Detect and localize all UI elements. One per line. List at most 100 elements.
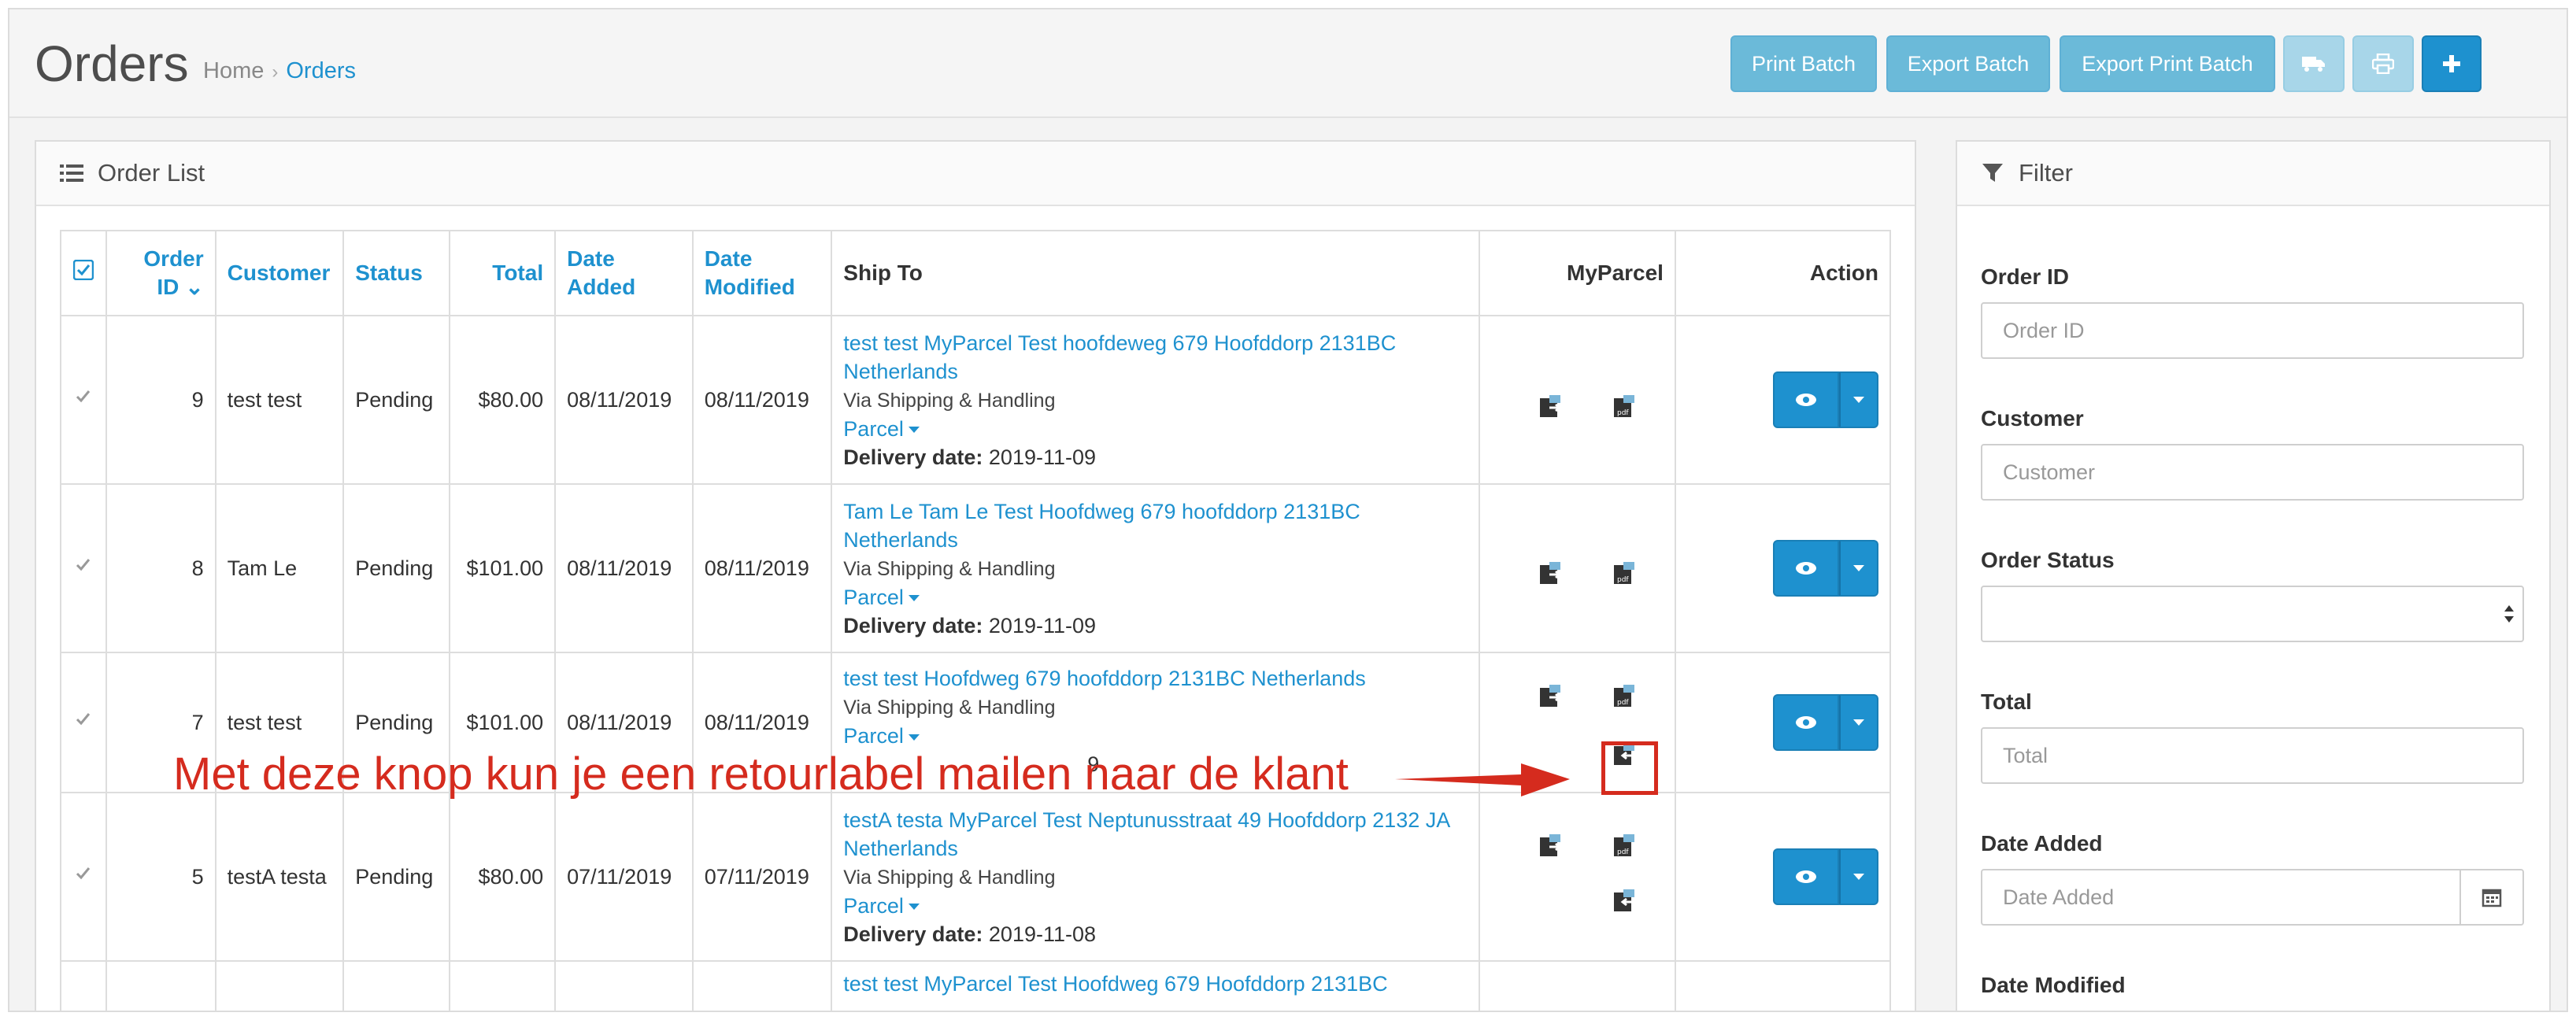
total-cell: $101.00 — [448, 483, 557, 653]
row-checkbox[interactable] — [59, 792, 108, 962]
eye-icon — [1796, 716, 1816, 729]
pdf-label-icon[interactable]: pdf — [1612, 560, 1638, 586]
order-status-select[interactable] — [1981, 586, 2524, 642]
column-total[interactable]: Total — [448, 230, 557, 316]
date-modified-cell: 07/11/2019 — [691, 792, 833, 962]
action-button-group — [1773, 848, 1878, 905]
date-modified-cell: 08/11/2019 — [691, 483, 833, 653]
order-list-heading: Order List — [36, 142, 1915, 206]
customer-cell: Tam Le — [214, 483, 345, 653]
caret-down-icon — [908, 734, 920, 741]
action-cell — [1674, 652, 1892, 793]
order-actions-dropdown[interactable] — [1839, 848, 1878, 905]
export-print-batch-button[interactable]: Export Print Batch — [2060, 35, 2275, 92]
view-order-button[interactable] — [1773, 540, 1839, 597]
ship-address-link[interactable]: test test MyParcel Test Hoofdweg 679 Hoo… — [843, 972, 1387, 996]
delivery-date-label: Delivery date: — [843, 922, 983, 946]
column-date-added[interactable]: Date Added — [554, 230, 694, 316]
ship-to-cell: test test MyParcel Test Hoofdweg 679 Hoo… — [831, 960, 1481, 1011]
date-added-input[interactable]: Date Added — [1981, 869, 2461, 926]
order-id-cell: 8 — [105, 483, 217, 653]
return-label-icon[interactable] — [1612, 888, 1638, 913]
shipping-method: Via Shipping & Handling — [843, 389, 1056, 412]
print-button[interactable] — [2352, 35, 2414, 92]
svg-text:pdf: pdf — [1617, 699, 1629, 707]
date-modified-label: Date Modified — [1981, 973, 2126, 997]
caret-down-icon — [1853, 565, 1864, 571]
export-label-icon[interactable] — [1538, 560, 1564, 586]
print-batch-button[interactable]: Print Batch — [1730, 35, 1877, 92]
caret-down-icon — [1853, 397, 1864, 403]
date-added-calendar-button[interactable] — [2459, 869, 2524, 926]
date-modified-input[interactable] — [1981, 1011, 2524, 1012]
view-order-button[interactable] — [1773, 694, 1839, 751]
select-arrows-icon — [2504, 605, 2514, 623]
row-checkbox[interactable] — [59, 483, 108, 653]
column-myparcel: MyParcel — [1479, 230, 1676, 316]
ship-address-link[interactable]: testA testa MyParcel Test Neptunusstraat… — [843, 808, 1449, 860]
checkmark-icon — [76, 390, 91, 403]
order-list-title: Order List — [98, 159, 205, 187]
order-actions-dropdown[interactable] — [1839, 371, 1878, 428]
myparcel-cell: pdf — [1479, 483, 1676, 653]
row-checkbox[interactable] — [59, 652, 108, 793]
shipping-method: Via Shipping & Handling — [843, 866, 1056, 889]
ship-address-link[interactable]: test test Hoofdweg 679 hoofddorp 2131BC … — [843, 667, 1365, 690]
order-actions-dropdown[interactable] — [1839, 540, 1878, 597]
pdf-label-icon[interactable]: pdf — [1612, 683, 1638, 708]
order-status-label: Order Status — [1981, 548, 2115, 572]
svg-text:pdf: pdf — [1617, 848, 1629, 856]
caret-down-icon — [908, 595, 920, 602]
pdf-label-icon[interactable]: pdf — [1612, 394, 1638, 419]
parcel-dropdown[interactable]: Parcel — [843, 724, 920, 748]
table-row: 5 testA testa Pending $80.00 07/11/2019 … — [59, 792, 1892, 962]
column-order-id[interactable]: Order ID ⌄ — [105, 230, 217, 316]
total-input[interactable]: Total — [1981, 727, 2524, 784]
breadcrumb-separator: › — [272, 61, 279, 83]
caret-down-icon — [1853, 874, 1864, 880]
column-date-modified[interactable]: Date Modified — [691, 230, 833, 316]
action-button-group — [1773, 540, 1878, 597]
customer-cell: testA testa — [214, 792, 345, 962]
customer-input[interactable]: Customer — [1981, 444, 2524, 501]
delivery-date-label: Delivery date: — [843, 613, 983, 638]
calendar-icon — [2482, 889, 2502, 907]
view-order-button[interactable] — [1773, 848, 1839, 905]
ship-to-cell: test test MyParcel Test hoofdeweg 679 Ho… — [831, 315, 1481, 485]
view-order-button[interactable] — [1773, 371, 1839, 428]
column-customer[interactable]: Customer — [214, 230, 345, 316]
shipping-button[interactable] — [2283, 35, 2345, 92]
ship-address-link[interactable]: Tam Le Tam Le Test Hoofdweg 679 hoofddor… — [843, 500, 1360, 552]
date-added-label: Date Added — [1981, 831, 2103, 856]
date-added-cell: 08/11/2019 — [554, 483, 694, 653]
parcel-dropdown[interactable]: Parcel — [843, 417, 920, 441]
order-actions-dropdown[interactable] — [1839, 694, 1878, 751]
order-id-input[interactable]: Order ID — [1981, 302, 2524, 359]
breadcrumb-home[interactable]: Home — [203, 58, 264, 83]
date-modified-cell: 08/11/2019 — [691, 315, 833, 485]
row-checkbox[interactable] — [59, 315, 108, 485]
parcel-dropdown[interactable]: Parcel — [843, 586, 920, 609]
export-label-icon[interactable] — [1538, 394, 1564, 419]
eye-icon — [1796, 562, 1816, 575]
add-order-button[interactable] — [2422, 35, 2482, 92]
order-id-cell: 5 — [105, 792, 217, 962]
myparcel-cell: pdf — [1479, 315, 1676, 485]
action-button-group — [1773, 371, 1878, 428]
checkbox-checked-icon — [73, 260, 94, 280]
export-label-icon[interactable] — [1538, 833, 1564, 858]
breadcrumb-orders[interactable]: Orders — [286, 58, 356, 83]
filter-panel: Filter Order ID Order ID Customer Custom… — [1956, 140, 2551, 1012]
table-header-row: Order ID ⌄ Customer Status Total Date Ad… — [59, 230, 1892, 316]
pdf-label-icon[interactable]: pdf — [1612, 833, 1638, 858]
ship-address-link[interactable]: test test MyParcel Test hoofdeweg 679 Ho… — [843, 331, 1396, 383]
column-status[interactable]: Status — [342, 230, 450, 316]
table-row: test test MyParcel Test Hoofdweg 679 Hoo… — [59, 960, 1892, 1011]
filter-heading: Filter — [1957, 142, 2549, 206]
select-all-checkbox[interactable] — [59, 230, 108, 316]
parcel-label: Parcel — [843, 893, 904, 918]
export-batch-button[interactable]: Export Batch — [1886, 35, 2050, 92]
caret-down-icon — [908, 427, 920, 434]
parcel-dropdown[interactable]: Parcel — [843, 894, 920, 918]
export-label-icon[interactable] — [1538, 683, 1564, 708]
